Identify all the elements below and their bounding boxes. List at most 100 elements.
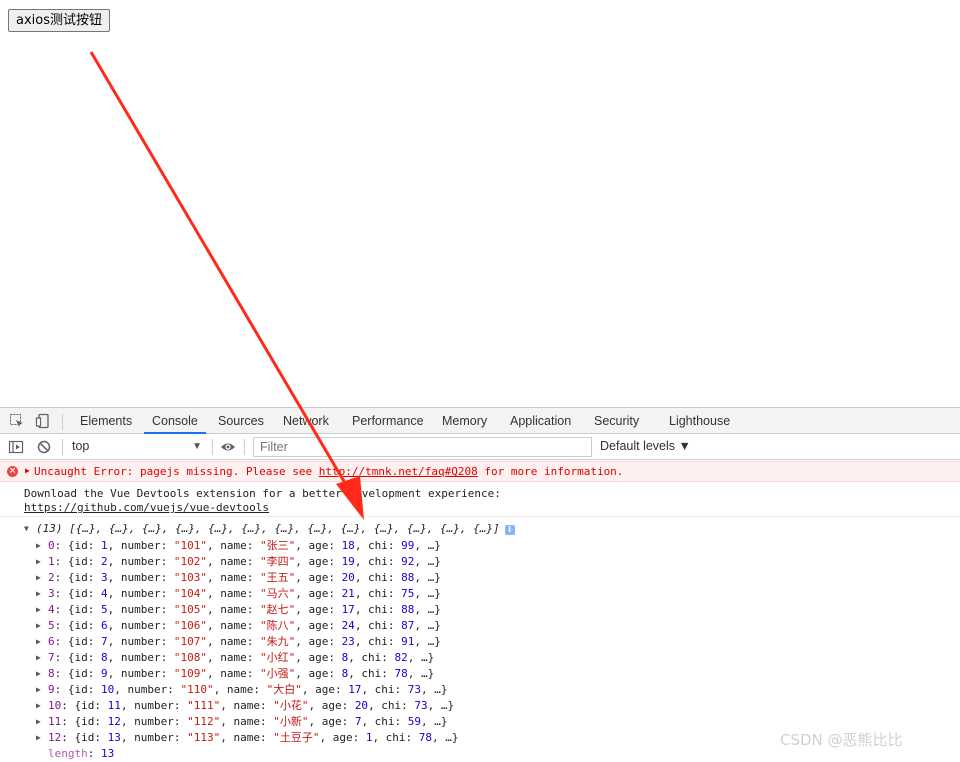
- item-syntax: , number:: [107, 539, 174, 552]
- tab-performance[interactable]: Performance: [352, 408, 424, 434]
- item-id: 3: [100, 571, 108, 584]
- item-syntax: : {id:: [54, 571, 101, 584]
- inspect-element-icon[interactable]: [9, 413, 25, 429]
- item-age: 20: [341, 571, 355, 584]
- expand-triangle-icon[interactable]: ▶: [36, 586, 48, 602]
- item-syntax: , age:: [308, 699, 355, 712]
- error-icon: ×: [7, 466, 18, 477]
- array-item-row[interactable]: ▶ 11: {id: 12, number: "112", name: "小新",…: [36, 714, 459, 730]
- item-number: "107": [173, 635, 207, 648]
- error-prefix: Uncaught Error: pagejs missing. Please s…: [34, 465, 319, 478]
- item-age: 24: [341, 619, 355, 632]
- tab-security[interactable]: Security: [594, 408, 639, 434]
- array-item-row[interactable]: ▶ 12: {id: 13, number: "113", name: "土豆子"…: [36, 730, 459, 746]
- show-sidebar-icon[interactable]: [8, 439, 24, 455]
- array-log-header[interactable]: ▼ (13) [{…}, {…}, {…}, {…}, {…}, {…}, {…}…: [24, 522, 515, 538]
- item-syntax: , chi:: [368, 699, 415, 712]
- tab-lighthouse[interactable]: Lighthouse: [669, 408, 730, 434]
- item-name: "小红": [259, 651, 296, 664]
- array-item-row[interactable]: ▶ 3: {id: 4, number: "104", name: "马六", a…: [36, 586, 459, 602]
- tab-network[interactable]: Network: [283, 408, 329, 434]
- item-id: 10: [100, 683, 115, 696]
- array-items: ▶ 0: {id: 1, number: "101", name: "张三", a…: [36, 538, 459, 762]
- item-number: "102": [173, 555, 207, 568]
- expand-triangle-icon[interactable]: ▶: [36, 602, 48, 618]
- item-syntax: , …}: [407, 667, 435, 680]
- expand-triangle-icon[interactable]: ▶: [36, 698, 48, 714]
- axios-test-button[interactable]: axios测试按钮: [8, 9, 110, 32]
- item-age: 17: [348, 683, 362, 696]
- item-chi: 87: [401, 619, 415, 632]
- array-item-row[interactable]: ▶ 8: {id: 9, number: "109", name: "小强", a…: [36, 666, 459, 682]
- expand-triangle-icon[interactable]: ▶: [36, 634, 48, 650]
- live-expression-eye-icon[interactable]: [220, 439, 236, 455]
- array-length-value: 13: [101, 747, 115, 760]
- item-index: 3: [48, 587, 55, 600]
- item-syntax: , chi:: [354, 603, 402, 616]
- console-filter-input[interactable]: [253, 437, 592, 457]
- device-toolbar-icon[interactable]: [35, 413, 51, 429]
- item-syntax: , name:: [206, 635, 260, 648]
- expand-triangle-icon[interactable]: ▶: [36, 650, 48, 666]
- expand-triangle-icon[interactable]: ▶: [36, 714, 48, 730]
- devtools-tabbar: Elements Console Sources Network Perform…: [0, 407, 960, 434]
- item-number: "110": [180, 683, 214, 696]
- collapse-triangle-icon[interactable]: ▼: [24, 522, 36, 536]
- item-syntax: , …}: [414, 619, 441, 632]
- item-syntax: , age:: [295, 587, 342, 600]
- expand-triangle-icon[interactable]: ▶: [36, 570, 48, 586]
- array-item-row[interactable]: ▶ 7: {id: 8, number: "108", name: "小红", a…: [36, 650, 459, 666]
- toolbar-divider: [244, 439, 245, 455]
- item-syntax: , age:: [301, 683, 349, 696]
- array-item-row[interactable]: ▶ 9: {id: 10, number: "110", name: "大白", …: [36, 682, 459, 698]
- item-syntax: : {id:: [54, 683, 101, 696]
- csdn-watermark: CSDN @恶熊比比: [780, 731, 903, 749]
- item-name: "小新": [273, 715, 309, 728]
- item-id: 4: [100, 587, 108, 600]
- expand-triangle-icon[interactable]: ▶: [36, 538, 48, 554]
- item-syntax: : {id:: [54, 651, 101, 664]
- item-index: 9: [48, 683, 55, 696]
- item-syntax: , age:: [295, 539, 342, 552]
- item-syntax: , age:: [295, 571, 342, 584]
- vue-devtools-link[interactable]: https://github.com/vuejs/vue-devtools: [24, 501, 269, 514]
- array-item-row[interactable]: ▶ 0: {id: 1, number: "101", name: "张三", a…: [36, 538, 459, 554]
- item-chi: 75: [401, 587, 415, 600]
- tab-sources[interactable]: Sources: [218, 408, 264, 434]
- item-number: "112": [187, 715, 221, 728]
- expand-triangle-icon[interactable]: ▶: [25, 466, 30, 475]
- error-faq-link[interactable]: http://tmnk.net/faq#Q208: [319, 465, 478, 478]
- item-syntax: , …}: [432, 731, 459, 744]
- item-chi: 91: [401, 635, 415, 648]
- console-output: × ▶ Uncaught Error: pagejs missing. Plea…: [0, 460, 960, 760]
- array-item-row[interactable]: ▶ 10: {id: 11, number: "111", name: "小花",…: [36, 698, 459, 714]
- item-syntax: , age:: [295, 555, 342, 568]
- tab-elements[interactable]: Elements: [80, 408, 132, 434]
- tab-console[interactable]: Console: [144, 408, 206, 434]
- item-chi: 92: [401, 555, 415, 568]
- array-item-row[interactable]: ▶ 2: {id: 3, number: "103", name: "王五", a…: [36, 570, 459, 586]
- log-levels-dropdown[interactable]: Default levels ▼: [600, 437, 691, 456]
- info-icon[interactable]: i: [504, 525, 515, 535]
- item-syntax: , …}: [414, 603, 441, 616]
- item-syntax: , name:: [220, 731, 274, 744]
- item-chi: 59: [407, 715, 422, 728]
- expand-triangle-icon[interactable]: ▶: [36, 554, 48, 570]
- item-syntax: : {id:: [54, 667, 101, 680]
- tab-application[interactable]: Application: [510, 408, 571, 434]
- expand-triangle-icon[interactable]: ▶: [36, 618, 48, 634]
- expand-triangle-icon[interactable]: ▶: [36, 730, 48, 746]
- array-item-row[interactable]: ▶ 5: {id: 6, number: "106", name: "陈八", a…: [36, 618, 459, 634]
- tab-memory[interactable]: Memory: [442, 408, 487, 434]
- array-summary: (13) [{…}, {…}, {…}, {…}, {…}, {…}, {…},…: [36, 522, 500, 535]
- context-selector[interactable]: top ▼: [64, 437, 206, 456]
- item-chi: 99: [401, 539, 415, 552]
- item-syntax: , name:: [206, 571, 260, 584]
- expand-triangle-icon[interactable]: ▶: [36, 666, 48, 682]
- expand-triangle-icon[interactable]: ▶: [36, 682, 48, 698]
- item-syntax: : {id:: [54, 635, 101, 648]
- array-item-row[interactable]: ▶ 4: {id: 5, number: "105", name: "赵七", a…: [36, 602, 459, 618]
- clear-console-icon[interactable]: [36, 439, 52, 455]
- array-item-row[interactable]: ▶ 6: {id: 7, number: "107", name: "朱九", a…: [36, 634, 459, 650]
- array-item-row[interactable]: ▶ 1: {id: 2, number: "102", name: "李四", a…: [36, 554, 459, 570]
